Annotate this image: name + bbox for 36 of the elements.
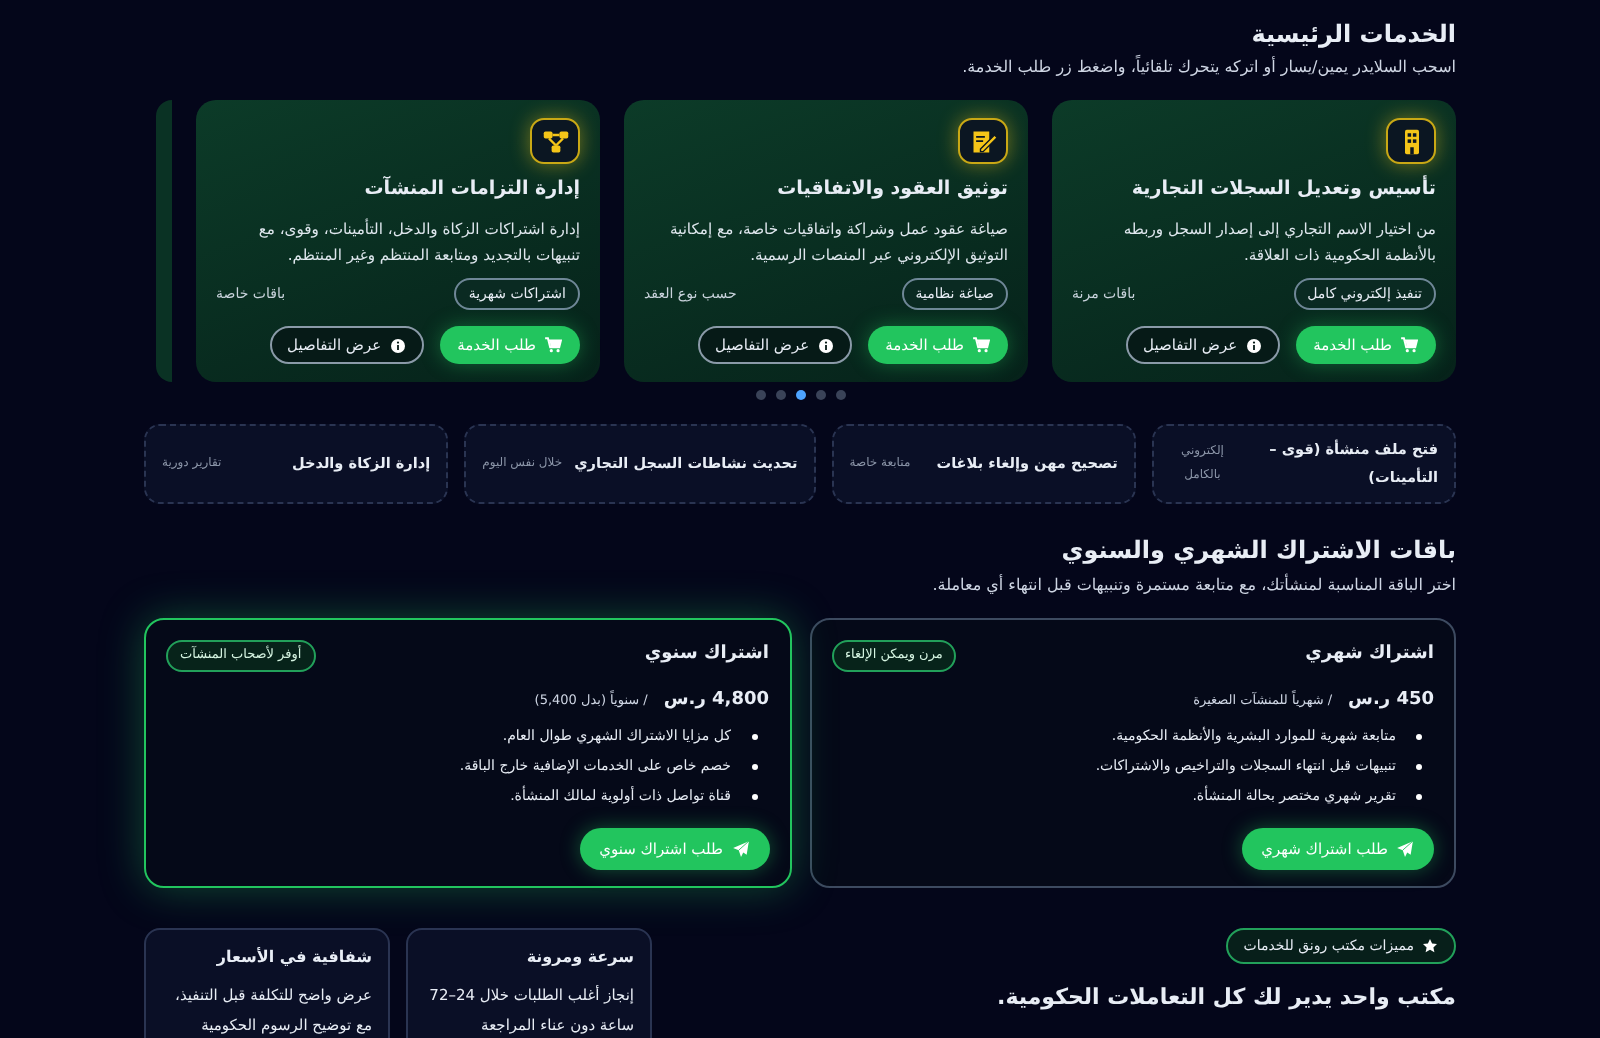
document-pen-icon xyxy=(969,127,997,156)
send-icon xyxy=(731,839,749,858)
star-icon xyxy=(1422,938,1438,955)
bullet-icon xyxy=(751,764,757,771)
section-heading: مكتب واحد يدير لك كل التعاملات الحكومية. xyxy=(997,981,1456,1014)
card-title: توثيق العقود والاتفاقيات xyxy=(775,176,1008,205)
bullet-icon xyxy=(1416,794,1422,801)
cart-icon xyxy=(972,336,990,355)
bullet-icon xyxy=(751,734,757,741)
section-title: باقات الاشتراك الشهري والسنوي xyxy=(1059,536,1456,566)
slider-dot[interactable] xyxy=(795,390,805,401)
info-icon xyxy=(1245,337,1262,354)
bullet-icon xyxy=(1416,764,1422,771)
info-icon xyxy=(389,337,406,354)
section-subtitle: اختر الباقة المناسبة لمنشأتك، مع متابعة مستمرة وتنبيهات قبل انتهاء أي معاملة. xyxy=(930,573,1456,598)
slider-dot[interactable] xyxy=(755,390,765,401)
info-icon xyxy=(817,337,834,354)
plan-price: 4,800 ر.س xyxy=(663,687,769,714)
bullet-icon xyxy=(751,794,757,801)
section-title: الخدمات الرئيسية xyxy=(1249,20,1456,49)
plan-name: اشتراك سنوي xyxy=(644,641,769,668)
cart-icon xyxy=(1400,336,1418,355)
plan-price: 450 ر.س xyxy=(1348,687,1434,714)
feature-title: سرعة ومرونة xyxy=(524,945,634,970)
slider-dot[interactable] xyxy=(775,390,785,401)
card-title: تأسيس وتعديل السجلات التجارية xyxy=(1129,176,1436,205)
slider-dot[interactable] xyxy=(815,390,825,401)
nodes-icon xyxy=(541,127,569,156)
plan-name: اشتراك شهري xyxy=(1305,641,1434,668)
cart-icon xyxy=(544,336,562,355)
feature-title: شفافية في الأسعار xyxy=(214,945,372,970)
bullet-icon xyxy=(1416,734,1422,741)
section-subtitle: اسحب السلايدر يمين/يسار أو اتركه يتحرك تلقائياً، واضغط زر طلب الخدمة. xyxy=(960,56,1456,81)
send-icon xyxy=(1396,839,1414,858)
card-title: إدارة التزامات المنشآت xyxy=(362,176,580,205)
slider-dot[interactable] xyxy=(835,390,845,401)
